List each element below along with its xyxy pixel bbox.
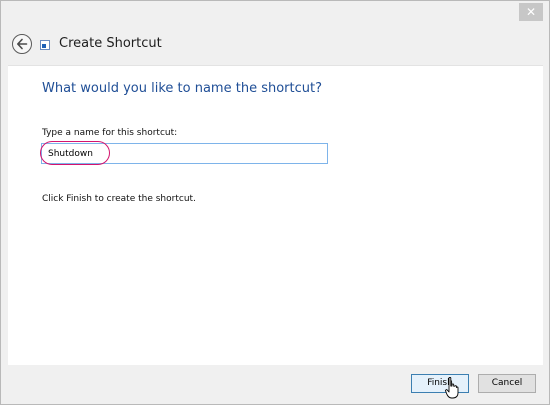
- mouse-pointer-icon: [445, 377, 459, 399]
- question-heading: What would you like to name the shortcut…: [42, 81, 322, 96]
- close-button[interactable]: ✕: [519, 3, 543, 21]
- wizard-content: What would you like to name the shortcut…: [8, 65, 543, 365]
- back-button[interactable]: [12, 34, 32, 54]
- back-arrow-icon: [17, 38, 28, 50]
- title-bar: ✕: [1, 1, 549, 25]
- cancel-button[interactable]: Cancel: [478, 374, 536, 393]
- shortcut-name-input[interactable]: [41, 143, 328, 164]
- finish-hint-text: Click Finish to create the shortcut.: [42, 194, 196, 204]
- shortcut-name-label: Type a name for this shortcut:: [42, 128, 178, 138]
- create-shortcut-window: ✕ Create Shortcut What would you like to…: [0, 0, 550, 405]
- finish-button[interactable]: Finish: [411, 374, 469, 393]
- wizard-footer: Finish Cancel: [1, 365, 549, 404]
- shortcut-icon: [40, 40, 50, 50]
- wizard-header: Create Shortcut: [1, 25, 549, 65]
- page-title: Create Shortcut: [59, 36, 162, 51]
- close-icon: ✕: [525, 5, 537, 19]
